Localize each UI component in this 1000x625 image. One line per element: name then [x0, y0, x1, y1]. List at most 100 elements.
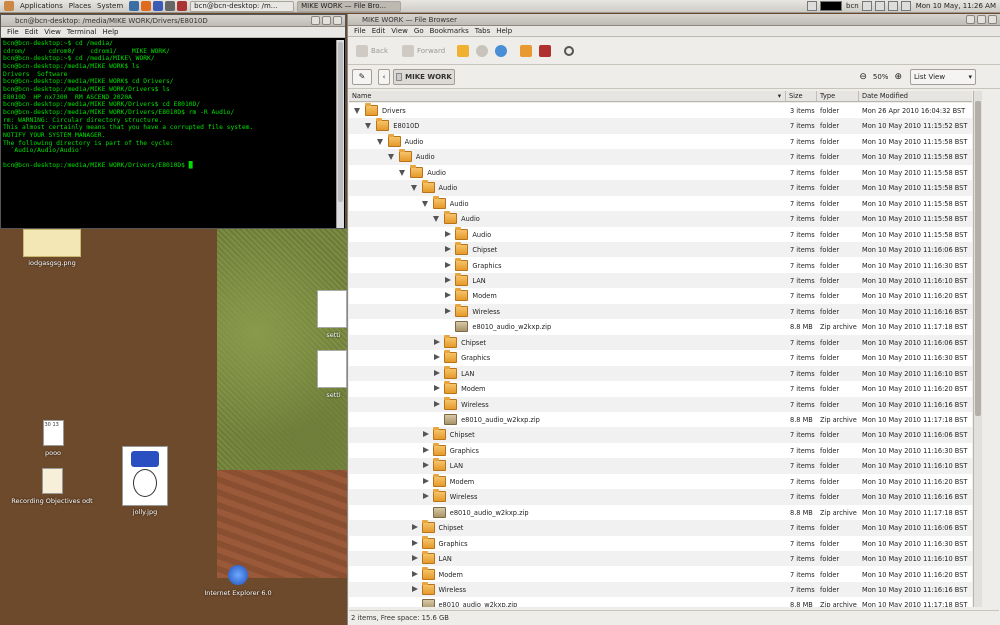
stop-icon[interactable] — [476, 44, 489, 57]
menu-tabs[interactable]: Tabs — [475, 27, 491, 35]
expander-closed-icon[interactable] — [422, 462, 429, 469]
expander-closed-icon[interactable] — [411, 524, 418, 531]
firefox-launcher-icon[interactable] — [141, 1, 152, 11]
file-row[interactable]: Modem 7 items folder Mon 10 May 2010 11:16:… — [349, 473, 972, 489]
file-row[interactable]: Chipset 7 items folder Mon 10 May 2010 11:1… — [349, 520, 972, 536]
file-row[interactable]: LAN 7 items folder Mon 10 May 2010 11:16:10… — [349, 365, 972, 382]
terminal-scrollbar[interactable] — [336, 40, 344, 228]
zoom-out-icon[interactable]: ⊖ — [859, 72, 867, 82]
desktop-icon-recording-objectives[interactable]: Recording Objectives odt — [10, 468, 94, 505]
path-left-button[interactable]: ‹ — [378, 68, 390, 85]
menu-view[interactable]: View — [391, 27, 408, 35]
menu-go[interactable]: Go — [414, 27, 424, 35]
menu-bookmarks[interactable]: Bookmarks — [430, 27, 469, 35]
file-row[interactable]: e8010_audio_w2kxp.zip 8.8 MB Zip archive Mo… — [349, 505, 972, 520]
menu-edit[interactable]: Edit — [25, 28, 39, 36]
file-row[interactable]: Chipset 7 items folder Mon 10 May 2010 11:1… — [349, 334, 972, 351]
filebrowser-titlebar[interactable]: MIKE WORK — File Browser — [348, 14, 1000, 26]
expander-closed-icon[interactable] — [445, 261, 452, 268]
power-icon[interactable] — [900, 1, 911, 11]
file-row[interactable]: Modem 7 items folder Mon 10 May 2010 11:16:… — [349, 288, 972, 303]
minimize-button[interactable] — [966, 15, 975, 24]
task-terminal[interactable]: bcn@bcn-desktop: /m... — [190, 0, 295, 12]
battery-icon[interactable] — [887, 1, 898, 11]
expander-open-icon[interactable] — [421, 200, 428, 207]
menu-help[interactable]: Help — [103, 28, 119, 36]
user-name[interactable]: bcn — [846, 2, 859, 10]
file-row[interactable]: Audio 7 items folder Mon 10 May 2010 11:15:… — [349, 226, 972, 242]
expander-open-icon[interactable] — [354, 108, 360, 114]
back-button[interactable]: Back — [356, 44, 388, 57]
expander-closed-icon[interactable] — [434, 354, 441, 361]
file-row[interactable]: Modem 7 items folder Mon 10 May 2010 11:16:… — [349, 381, 972, 396]
terminal-launcher-icon[interactable] — [165, 1, 176, 11]
file-row[interactable]: Audio 7 items folder Mon 10 May 2010 11:15:… — [349, 164, 972, 180]
zoom-in-icon[interactable]: ⊕ — [894, 72, 902, 82]
view-mode-select[interactable]: List View ▾ — [910, 68, 976, 85]
expander-closed-icon[interactable] — [411, 539, 418, 546]
expander-closed-icon[interactable] — [445, 246, 452, 253]
zoom-level[interactable]: 50% — [873, 73, 889, 81]
file-list[interactable]: Drivers 3 items folder Mon 26 Apr 2010 16:0… — [349, 103, 972, 607]
expander-closed-icon[interactable] — [445, 276, 452, 283]
desktop-icon-iodgasgsg[interactable]: iodgasgsg.png — [20, 229, 84, 267]
menu-edit[interactable]: Edit — [372, 27, 386, 35]
places-menu[interactable]: Places — [69, 2, 91, 10]
column-size[interactable]: Size — [786, 91, 817, 101]
reload-icon[interactable] — [495, 44, 508, 57]
network-icon[interactable] — [807, 1, 817, 11]
file-row[interactable]: Audio 7 items folder Mon 10 May 2010 11:15:… — [349, 211, 972, 227]
task-filebrowser[interactable]: MIKE WORK — File Bro... — [297, 0, 402, 12]
file-list-scrollbar[interactable] — [973, 91, 982, 607]
file-row[interactable]: Audio 7 items folder Mon 10 May 2010 11:15:… — [349, 180, 972, 196]
file-row[interactable]: LAN 7 items folder Mon 10 May 2010 11:16:10… — [349, 272, 972, 289]
expander-open-icon[interactable] — [410, 185, 417, 192]
terminal-window[interactable]: bcn@bcn-desktop: /media/MIKE WORK/Driver… — [0, 14, 346, 229]
expander-open-icon[interactable] — [399, 169, 406, 176]
file-row[interactable]: LAN 7 items folder Mon 10 May 2010 11:16:10… — [349, 458, 972, 474]
column-date-modified[interactable]: Date Modified — [859, 91, 972, 101]
menu-view[interactable]: View — [44, 28, 61, 36]
edit-location-button[interactable]: ✎ — [352, 68, 372, 85]
file-row[interactable]: e8010_audio_w2kxp.zip 8.8 MB Zip archive Mo… — [349, 319, 972, 334]
menu-file[interactable]: File — [7, 28, 19, 36]
file-row[interactable]: e8010_audio_w2kxp.zip 8.8 MB Zip archive Mo… — [349, 412, 972, 427]
expander-closed-icon[interactable] — [411, 585, 418, 592]
maximize-button[interactable] — [322, 16, 331, 25]
file-row[interactable]: Audio 7 items folder Mon 10 May 2010 11:15:… — [349, 133, 972, 149]
file-row[interactable]: Graphics 7 items folder Mon 10 May 2010 11:… — [349, 442, 972, 458]
expander-closed-icon[interactable] — [434, 338, 441, 345]
file-row[interactable]: Graphics 7 items folder Mon 10 May 2010 11:… — [349, 350, 972, 365]
up-icon[interactable] — [457, 44, 470, 57]
file-row[interactable]: Wireless 7 items folder Mon 10 May 2010 11:… — [349, 396, 972, 412]
expander-closed-icon[interactable] — [422, 431, 429, 438]
expander-closed-icon[interactable] — [434, 385, 441, 392]
file-row[interactable]: Graphics 7 items folder Mon 10 May 2010 11:… — [349, 257, 972, 273]
expander-closed-icon[interactable] — [422, 477, 429, 484]
applications-menu[interactable]: Applications — [20, 2, 63, 10]
maximize-button[interactable] — [977, 15, 986, 24]
column-name[interactable]: Name ▾ — [349, 91, 786, 101]
file-row[interactable]: e8010_audio_w2kxp.zip 8.8 MB Zip archive Mo… — [349, 597, 972, 607]
computer-icon[interactable] — [539, 44, 552, 57]
menu-file[interactable]: File — [354, 27, 366, 35]
expander-open-icon[interactable] — [365, 123, 372, 130]
close-button[interactable] — [988, 15, 997, 24]
partial-desktop-thumb[interactable] — [317, 350, 347, 388]
desktop-icon-jolly[interactable]: jolly.jpg — [116, 446, 174, 516]
expander-open-icon[interactable] — [387, 154, 394, 161]
menu-help[interactable]: Help — [496, 27, 512, 35]
partial-desktop-thumb[interactable] — [317, 290, 347, 328]
expander-closed-icon[interactable] — [422, 493, 429, 500]
gnome-foot-icon[interactable] — [4, 1, 14, 11]
file-row[interactable]: Chipset 7 items folder Mon 10 May 2010 11:1… — [349, 427, 972, 443]
file-row[interactable]: E8010D 7 items folder Mon 10 May 2010 11:15… — [349, 118, 972, 134]
home-icon[interactable] — [520, 44, 533, 57]
expander-open-icon[interactable] — [376, 138, 383, 145]
help-launcher-icon[interactable] — [129, 1, 140, 11]
file-row[interactable]: Wireless 7 items folder Mon 10 May 2010 11:… — [349, 303, 972, 320]
path-button-mike-work[interactable]: MIKE WORK — [393, 68, 455, 85]
file-row[interactable]: Wireless 7 items folder Mon 10 May 2010 11:… — [349, 489, 972, 505]
menu-terminal[interactable]: Terminal — [67, 28, 97, 36]
clock[interactable]: Mon 10 May, 11:26 AM — [916, 2, 996, 10]
